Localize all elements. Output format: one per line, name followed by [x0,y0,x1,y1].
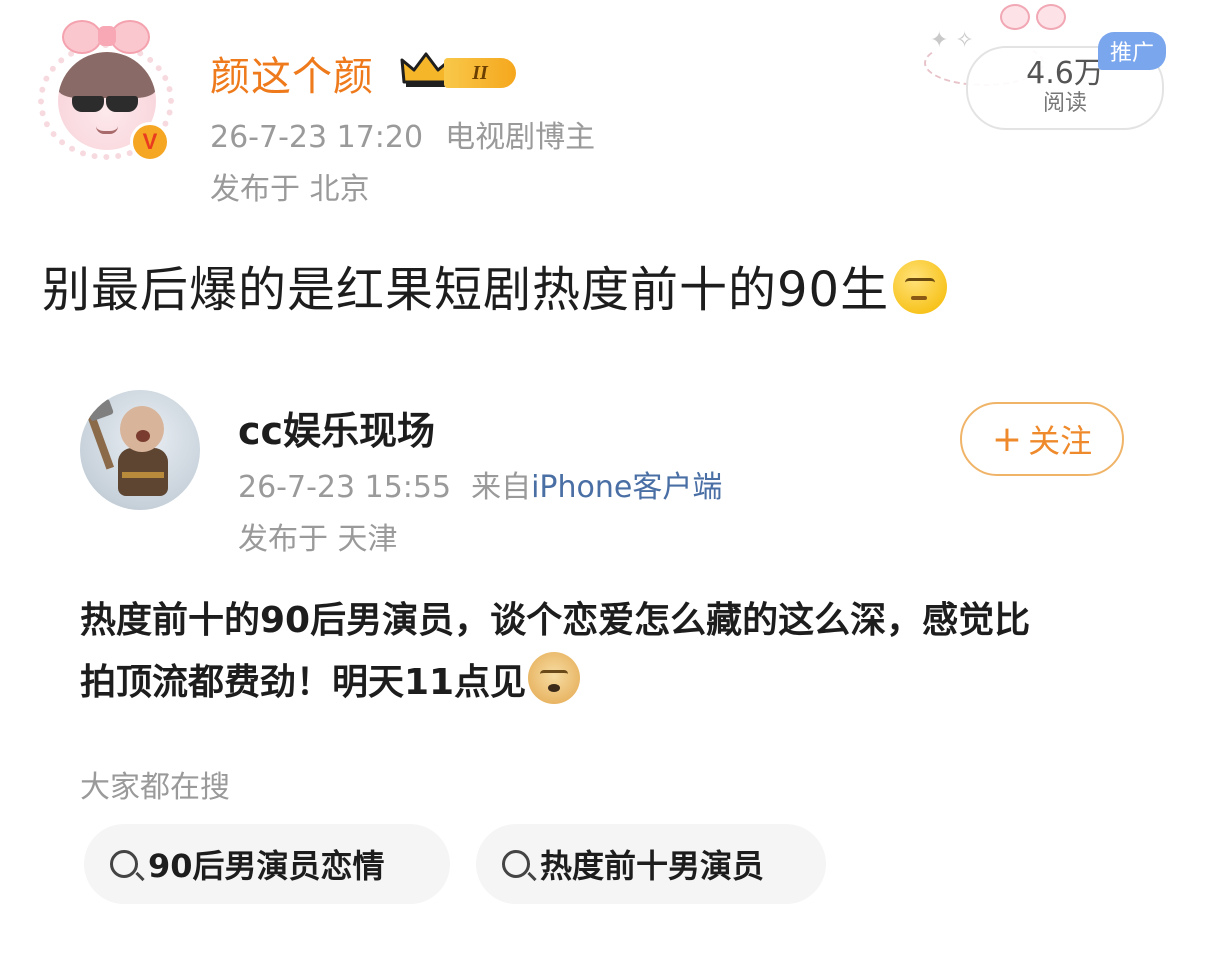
source-link[interactable]: iPhone客户端 [531,470,722,505]
post-text: 别最后爆的是红果短剧热度前十的90生 [42,250,948,320]
follow-label: 关注 [1028,422,1093,460]
source-prefix: 来自 [471,470,532,505]
bow-icon [62,14,152,60]
read-label: 阅读 [1042,91,1087,116]
verified-v-icon: V [130,122,170,162]
quoted-post-date: 26-7-23 15:55 [238,470,452,505]
avatar-head [120,406,164,452]
avatar-belt [122,472,164,478]
post-date: 26-7-23 17:20 [210,120,424,155]
follow-button[interactable]: + 关注 [960,402,1124,476]
quoted-post-location: 发布于 天津 [238,522,398,557]
post-meta: 26-7-23 17:20 电视剧博主 [210,112,595,156]
quoted-post-meta: 26-7-23 15:55 来自iPhone客户端 [238,462,722,506]
read-count: 4.6万 [1026,56,1104,91]
author-name[interactable]: 颜这个颜 [210,44,374,102]
level-badge: II [444,58,516,88]
post-location: 发布于 北京 [210,172,370,207]
quoted-author-avatar[interactable] [80,390,200,510]
search-icon [110,850,138,878]
promo-badge: 推广 [1098,32,1166,70]
avatar-mouth [136,430,150,442]
sunglasses-icon [72,96,142,112]
search-chip[interactable]: 热度前十男演员 [476,824,826,904]
bow-icon [1000,2,1070,36]
quoted-author-name[interactable]: cc娱乐现场 [238,400,435,455]
author-role: 电视剧博主 [445,120,596,155]
thinking-face-icon [893,260,948,314]
search-chip-label: 90后男演员恋情 [148,847,385,885]
search-chip-label: 热度前十男演员 [540,847,765,885]
plus-icon: + [991,418,1023,460]
doge-icon [528,652,581,704]
quoted-post-text: 热度前十的90后男演员，谈个恋爱怎么藏的这么深，感觉比拍顶流都费劲！明天11点见 [80,590,1060,714]
member-crown-badge[interactable]: II [400,44,518,92]
post-text-content: 别最后爆的是红果短剧热度前十的90生 [42,262,890,318]
avatar-mouth [96,126,118,134]
trending-search-label: 大家都在搜 [80,770,230,805]
search-chip[interactable]: 90后男演员恋情 [84,824,450,904]
search-icon [502,850,530,878]
